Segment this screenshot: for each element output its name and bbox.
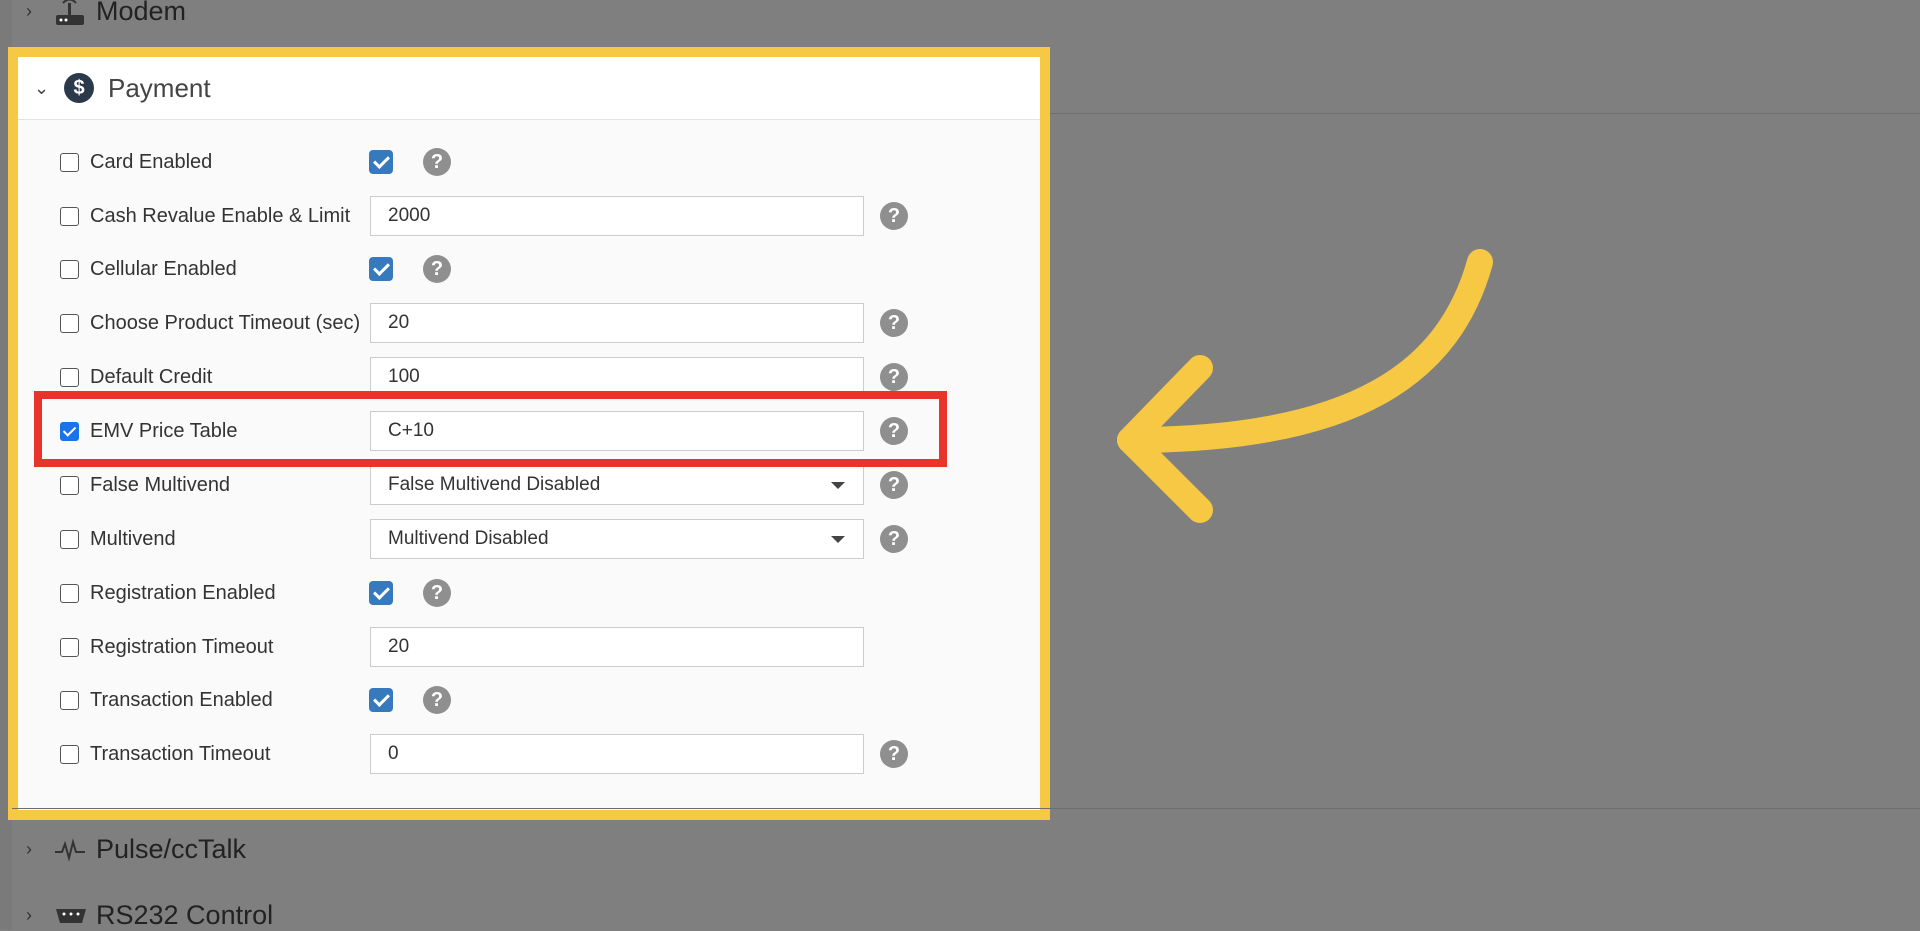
chevron-right-icon: › [26,839,32,859]
enabled-checkbox[interactable] [369,150,393,174]
setting-row: Choose Product Timeout (sec) 20? [0,301,1020,345]
setting-value: 2000 [388,205,431,226]
setting-input[interactable]: 0 [370,734,864,774]
setting-label: Multivend [90,527,176,550]
section-rs232-label: RS232 Control [96,900,274,930]
help-icon[interactable]: ? [423,148,451,176]
setting-value: 100 [388,366,420,387]
row-checkbox[interactable] [60,637,79,657]
help-icon[interactable]: ? [880,525,908,553]
setting-select[interactable]: Multivend Disabled [370,519,864,559]
help-icon[interactable]: ? [423,255,451,283]
setting-value: 20 [388,636,410,657]
section-modem-label: Modem [96,0,187,26]
chevron-down-icon: ⌄ [34,77,50,98]
row-checkbox[interactable] [60,421,79,441]
setting-row: False Multivend False Multivend Disabled? [0,463,1020,507]
setting-input[interactable]: 20 [370,627,864,667]
row-checkbox[interactable] [60,206,79,226]
help-icon[interactable]: ? [423,686,451,714]
enabled-checkbox[interactable] [369,688,393,712]
modem-icon [54,0,96,27]
help-icon[interactable]: ? [880,202,908,230]
setting-label: Transaction Enabled [90,688,273,711]
setting-row: Registration Timeout 20 [0,625,1020,669]
help-icon[interactable]: ? [880,740,908,768]
payment-title: Payment [108,72,211,103]
setting-row: Transaction Enabled? [0,678,1020,722]
setting-label: Cellular Enabled [90,257,237,280]
setting-label: Registration Timeout [90,635,274,658]
row-checkbox[interactable] [60,744,79,764]
setting-label: Card Enabled [90,150,213,173]
enabled-checkbox[interactable] [369,581,393,605]
setting-row: Transaction Timeout 0? [0,732,1020,776]
divider [12,808,1920,809]
help-icon[interactable]: ? [880,309,908,337]
help-icon[interactable]: ? [880,471,908,499]
row-checkbox[interactable] [60,583,79,603]
setting-label: Transaction Timeout [90,742,271,765]
section-pulse-cctalk[interactable]: › Pulse/ccTalk [26,834,246,865]
help-icon[interactable]: ? [880,363,908,391]
caret-down-icon [831,536,845,543]
help-icon[interactable]: ? [880,417,908,445]
annotation-arrow [1117,249,1493,523]
serial-port-icon [54,906,96,926]
row-checkbox[interactable] [60,529,79,549]
payment-header[interactable]: ⌄ $ Payment [18,57,1040,120]
setting-value: 20 [388,312,410,333]
setting-input[interactable]: 2000 [370,196,864,236]
setting-input[interactable]: C+10 [370,411,864,451]
setting-row: Multivend Multivend Disabled? [0,517,1020,561]
row-checkbox[interactable] [60,475,79,495]
section-pulse-label: Pulse/ccTalk [96,834,247,864]
row-checkbox[interactable] [60,152,79,172]
setting-value: Multivend Disabled [388,528,549,549]
setting-row: EMV Price Table C+10? [0,409,1020,453]
setting-label: Default Credit [90,365,213,388]
help-icon[interactable]: ? [423,579,451,607]
setting-row: Registration Enabled? [0,571,1020,615]
setting-label: EMV Price Table [90,419,238,442]
section-modem[interactable]: › Modem [26,0,186,27]
row-checkbox[interactable] [60,259,79,279]
chevron-right-icon: › [26,905,32,925]
row-checkbox[interactable] [60,367,79,387]
setting-value: False Multivend Disabled [388,474,601,495]
setting-row: Cash Revalue Enable & Limit 2000? [0,194,1020,238]
setting-label: False Multivend [90,473,231,496]
setting-label: Registration Enabled [90,581,276,604]
chevron-right-icon: › [26,1,32,21]
row-checkbox[interactable] [60,313,79,333]
setting-label: Cash Revalue Enable & Limit [90,204,351,227]
pulse-icon [54,837,96,862]
enabled-checkbox[interactable] [369,257,393,281]
setting-input[interactable]: 100 [370,357,864,397]
setting-select[interactable]: False Multivend Disabled [370,465,864,505]
setting-row: Card Enabled? [0,140,1020,184]
setting-value: C+10 [388,420,434,441]
setting-row: Default Credit 100? [0,355,1020,399]
caret-down-icon [831,482,845,489]
setting-label: Choose Product Timeout (sec) [90,311,361,334]
row-checkbox[interactable] [60,690,79,710]
setting-row: Cellular Enabled? [0,247,1020,291]
section-rs232-control[interactable]: › RS232 Control [26,900,273,931]
dollar-icon: $ [64,73,94,103]
setting-value: 0 [388,743,399,764]
setting-input[interactable]: 20 [370,303,864,343]
